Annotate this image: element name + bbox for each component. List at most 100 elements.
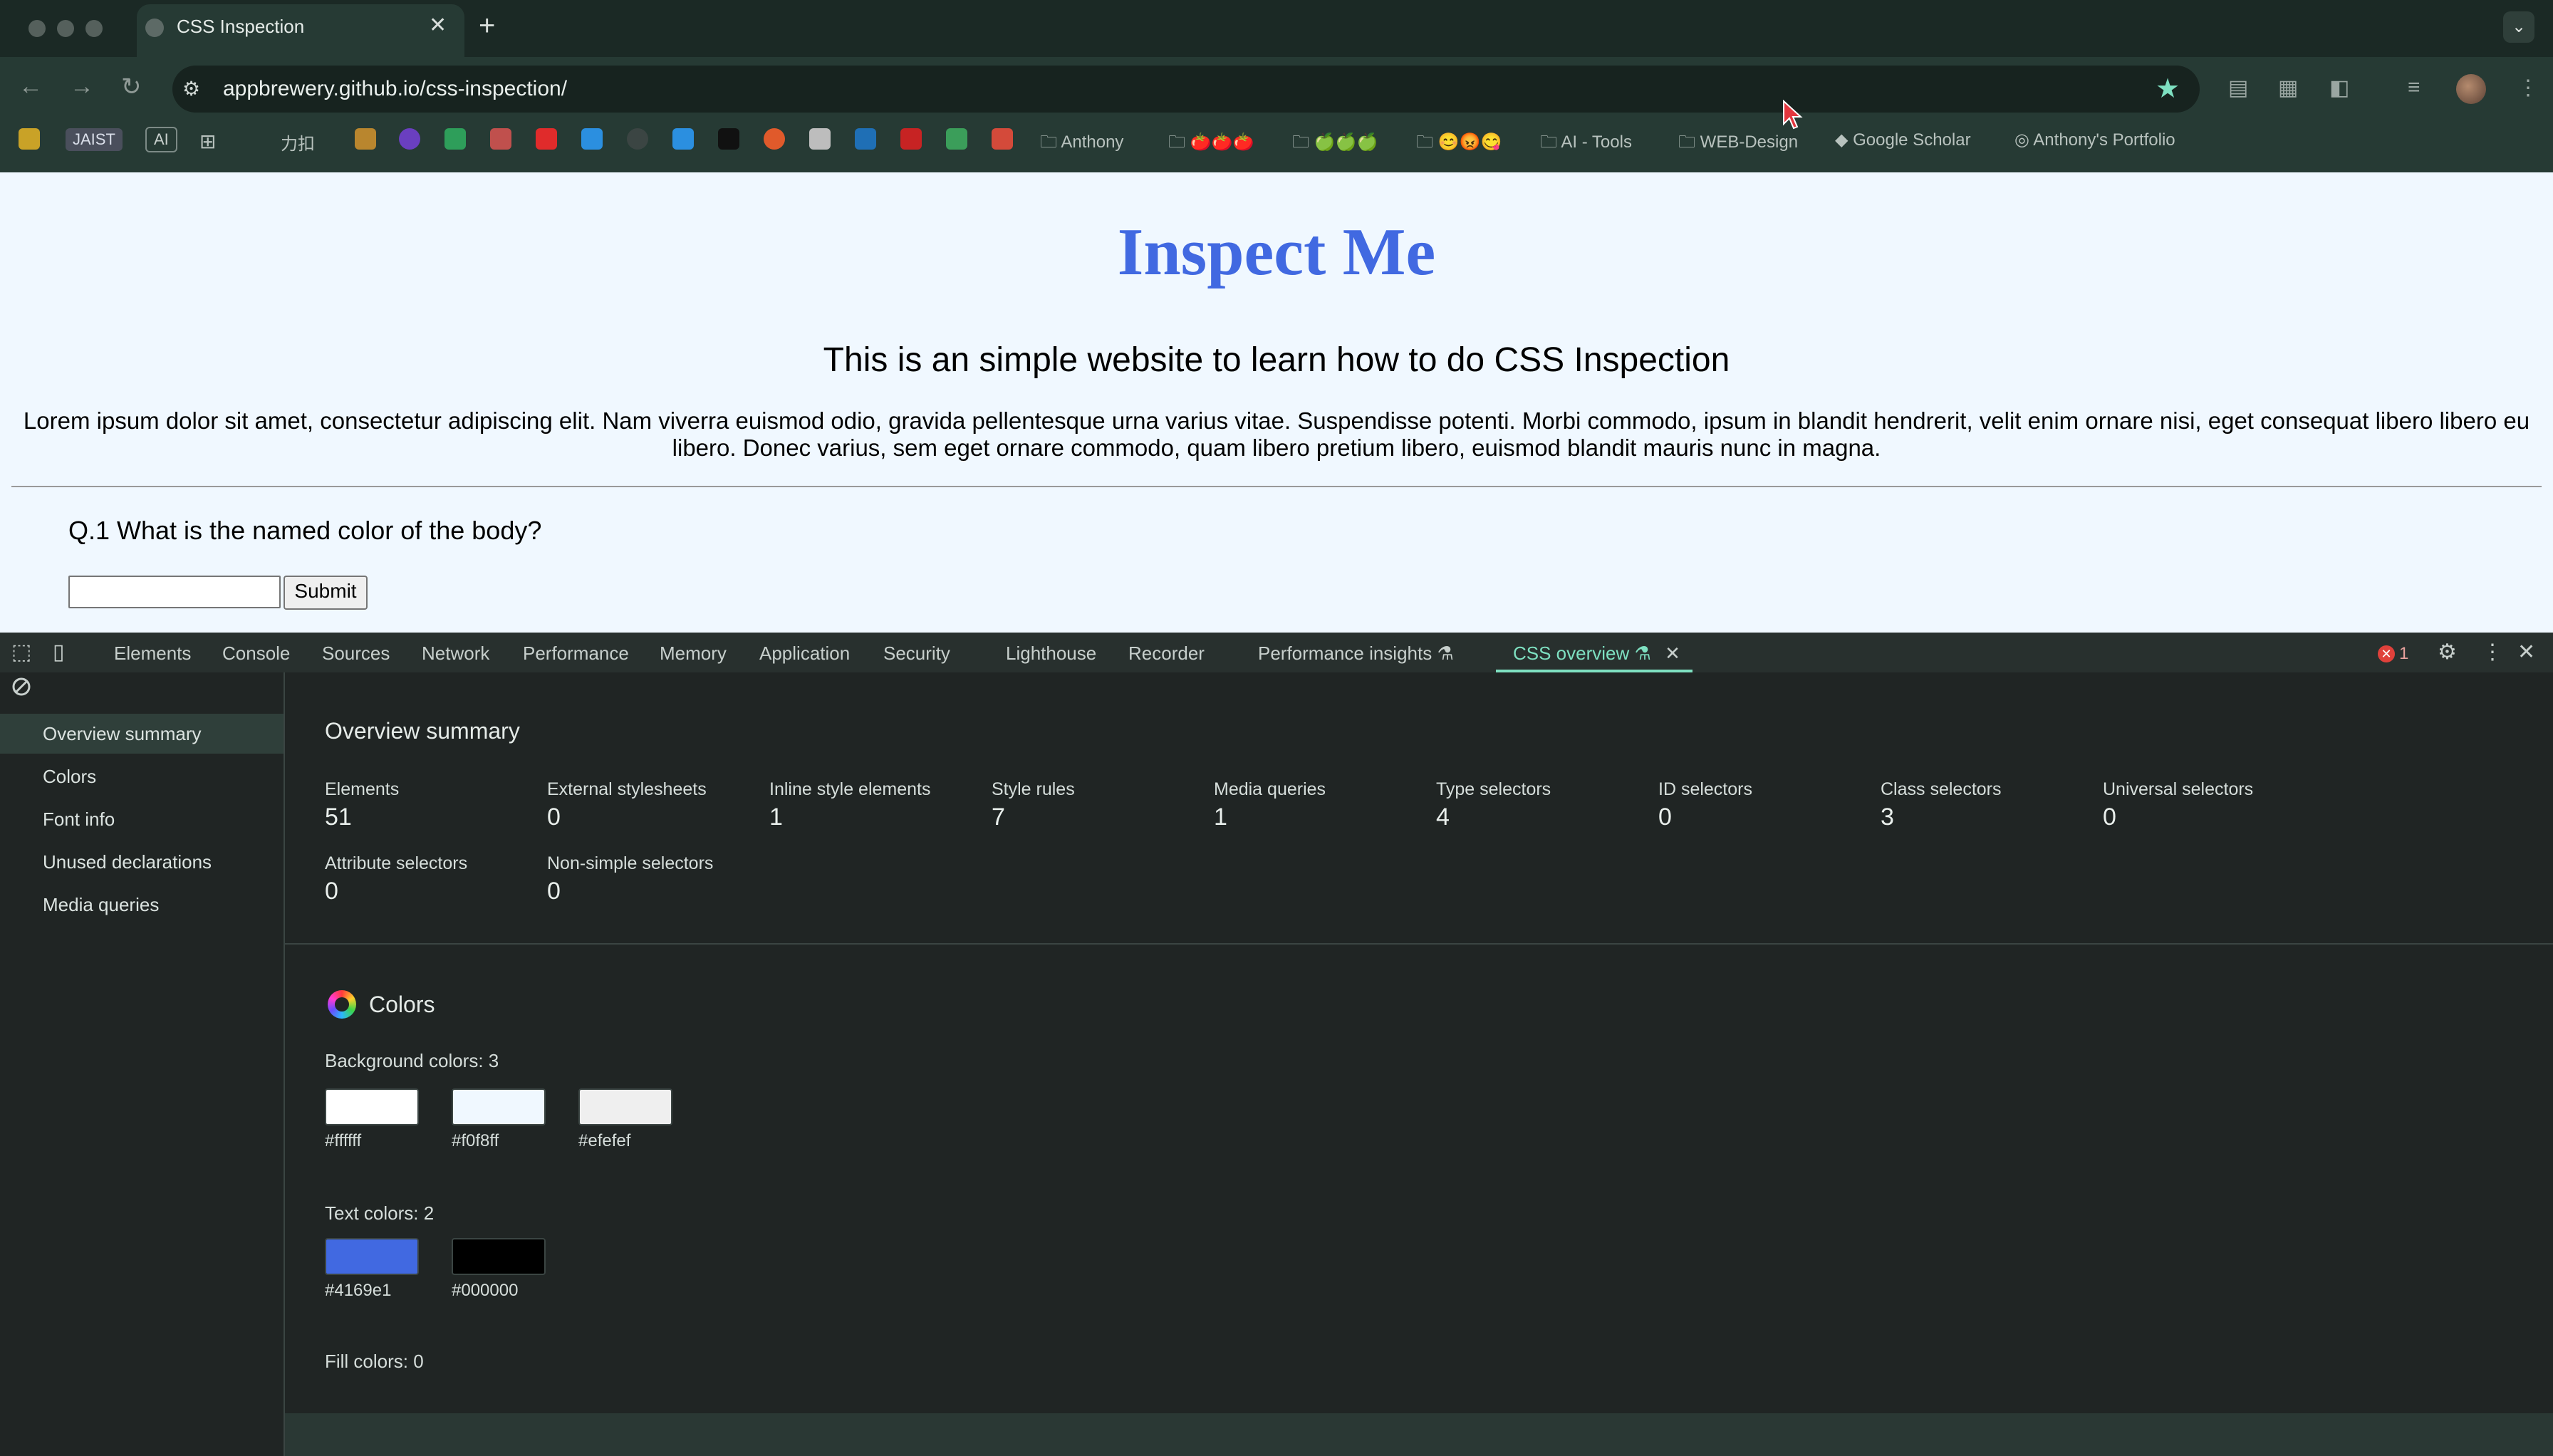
error-count[interactable]: 1 — [2399, 644, 2408, 664]
tab-console[interactable]: Console — [222, 643, 290, 665]
bookmark-app-icon[interactable] — [19, 128, 40, 150]
color-swatch[interactable] — [578, 1088, 672, 1125]
tab-sources[interactable]: Sources — [322, 643, 390, 665]
bookmark-folder-faces[interactable]: 🗀 😊😡😋 — [1416, 130, 1502, 159]
stat-value: 1 — [769, 804, 783, 831]
tab-performance-insights[interactable]: Performance insights ⚗ — [1258, 643, 1454, 665]
youtube-icon[interactable] — [536, 128, 557, 150]
bookmark-ai[interactable]: AI — [145, 127, 177, 152]
submit-button[interactable]: Submit — [284, 576, 368, 610]
page-subtitle: This is an simple website to learn how t… — [823, 341, 1730, 379]
color-swatch-label: #ffffff — [325, 1131, 362, 1150]
url-text[interactable]: appbrewery.github.io/css-inspection/ — [223, 77, 567, 101]
color-swatch[interactable] — [452, 1238, 546, 1275]
forward-icon[interactable]: → — [70, 73, 94, 100]
bookmark-folder-web-design[interactable]: 🗀 WEB-Design — [1678, 130, 1798, 159]
color-swatch[interactable] — [325, 1238, 419, 1275]
media-controls-icon[interactable]: ≡ — [2408, 76, 2421, 100]
bookmark-icon-3[interactable] — [490, 128, 511, 150]
close-devtools-icon[interactable]: ✕ — [2517, 640, 2535, 665]
stat-label: Inline style elements — [769, 779, 931, 799]
stat-label: ID selectors — [1658, 779, 1752, 799]
bookmark-folder-anthony[interactable]: 🗀 Anthony — [1040, 130, 1123, 159]
maximize-window-button[interactable] — [85, 20, 103, 37]
bilibili-icon[interactable] — [581, 128, 603, 150]
error-icon[interactable]: ✕ — [2378, 645, 2395, 662]
minimize-window-button[interactable] — [57, 20, 74, 37]
tab-network[interactable]: Network — [422, 643, 489, 665]
tab-css-overview[interactable]: CSS overview ⚗ ✕ — [1513, 643, 1680, 665]
sidebar-item-media-queries[interactable]: Media queries — [0, 885, 284, 925]
sidebar-item-label: Unused declarations — [43, 851, 212, 873]
inspect-element-icon[interactable]: ⬚ — [11, 640, 31, 665]
bookmark-folder-ai-tools[interactable]: 🗀 AI - Tools — [1540, 130, 1632, 159]
back-icon[interactable]: ← — [19, 73, 43, 100]
tab-memory[interactable]: Memory — [660, 643, 727, 665]
tab-application[interactable]: Application — [759, 643, 850, 665]
close-window-button[interactable] — [28, 20, 46, 37]
reload-icon[interactable]: ↻ — [121, 73, 142, 101]
kaggle-icon[interactable] — [672, 128, 694, 150]
background-colors-label: Background colors: 3 — [325, 1050, 499, 1071]
answer-input[interactable] — [68, 576, 281, 608]
tab-elements[interactable]: Elements — [114, 643, 191, 665]
bookmark-leetcode[interactable]: 力扣 — [281, 130, 315, 155]
site-settings-icon[interactable]: ⚙ — [182, 77, 200, 100]
reading-list-icon[interactable]: ▤ — [2228, 76, 2248, 100]
gmail-icon[interactable] — [992, 128, 1013, 150]
sidebar-item-overview-summary[interactable]: Overview summary — [0, 714, 284, 754]
apps-grid-icon[interactable]: ⊞ — [199, 130, 216, 153]
close-tab-icon[interactable]: ✕ — [1665, 643, 1680, 664]
cnn-icon[interactable] — [900, 128, 922, 150]
drive-icon[interactable] — [444, 128, 466, 150]
bookmark-jaist[interactable]: JAIST — [66, 128, 123, 151]
color-swatch-label: #efefef — [578, 1131, 631, 1150]
bookmark-icon-4[interactable] — [946, 128, 967, 150]
sidebar-item-font-info[interactable]: Font info — [0, 799, 284, 839]
github-icon[interactable] — [627, 128, 648, 150]
tab-performance[interactable]: Performance — [523, 643, 629, 665]
stat-label: Attribute selectors — [325, 853, 468, 873]
bookmark-folder-label: WEB-Design — [1700, 132, 1799, 152]
bookmark-portfolio[interactable]: ◎ Anthony's Portfolio — [2014, 130, 2175, 150]
reddit-icon[interactable] — [764, 128, 785, 150]
color-swatch[interactable] — [452, 1088, 546, 1125]
new-tab-button[interactable]: + — [479, 10, 495, 42]
bookmark-folder-apples[interactable]: 🗀 🍏🍏🍏 — [1292, 130, 1378, 159]
settings-gear-icon[interactable]: ⚙ — [2438, 640, 2457, 665]
stat-label: Elements — [325, 779, 400, 799]
bookmark-icon-1[interactable] — [355, 128, 376, 150]
tab-recorder[interactable]: Recorder — [1128, 643, 1205, 665]
overview-summary-title: Overview summary — [325, 718, 520, 744]
close-tab-icon[interactable]: ✕ — [429, 13, 447, 38]
more-options-icon[interactable]: ⋮ — [2482, 640, 2503, 665]
bookmark-folder-tomatoes[interactable]: 🗀 🍅🍅🍅 — [1168, 130, 1254, 159]
sidebar-item-label: Font info — [43, 808, 115, 830]
bookmark-icon-2[interactable] — [399, 128, 420, 150]
chrome-menu-icon[interactable]: ⋮ — [2517, 76, 2539, 100]
qr-code-icon[interactable]: ▦ — [2278, 76, 2298, 100]
profile-avatar[interactable] — [2456, 74, 2486, 104]
device-toolbar-icon[interactable]: ▯ — [53, 640, 65, 665]
bookmark-folder-label: 🍅🍅🍅 — [1190, 132, 1254, 152]
bookmark-google-scholar[interactable]: ◆ Google Scholar — [1835, 130, 1971, 150]
sidebar-item-colors[interactable]: Colors — [0, 756, 284, 796]
tab-search-button[interactable]: ⌄ — [2503, 11, 2534, 43]
stat-label: Type selectors — [1436, 779, 1551, 799]
bookmark-star-icon[interactable]: ★ — [2156, 73, 2180, 105]
tab-lighthouse[interactable]: Lighthouse — [1006, 643, 1096, 665]
tab-security[interactable]: Security — [883, 643, 950, 665]
question-label: Q.1 What is the named color of the body? — [68, 516, 542, 545]
stat-label: Non-simple selectors — [547, 853, 714, 873]
clear-overview-icon[interactable] — [11, 677, 31, 697]
globe-icon — [145, 19, 164, 37]
stat-value: 1 — [1214, 804, 1227, 831]
openai-icon[interactable] — [809, 128, 831, 150]
extensions-icon[interactable]: ◧ — [2329, 76, 2349, 100]
x-icon[interactable] — [718, 128, 739, 150]
page-paragraph: Lorem ipsum dolor sit amet, consectetur … — [23, 407, 2530, 461]
stat-label: External stylesheets — [547, 779, 707, 799]
linkedin-icon[interactable] — [855, 128, 876, 150]
sidebar-item-unused-declarations[interactable]: Unused declarations — [0, 842, 284, 882]
color-swatch[interactable] — [325, 1088, 419, 1125]
